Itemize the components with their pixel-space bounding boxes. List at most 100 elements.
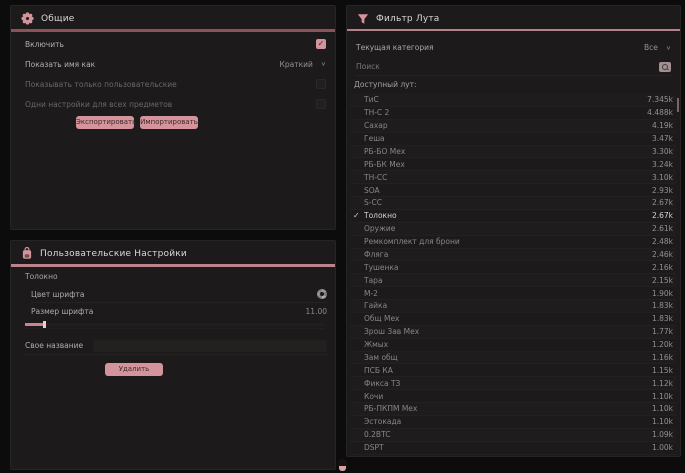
list-item[interactable]: РБ-БО Мех3.30k bbox=[350, 146, 676, 159]
list-item[interactable]: Эстокада 1.10k bbox=[350, 416, 676, 429]
category-label: Текущая категория bbox=[356, 43, 434, 52]
search-icon[interactable] bbox=[659, 62, 671, 72]
slider-track bbox=[25, 323, 325, 326]
font-size-slider[interactable] bbox=[25, 321, 325, 329]
enable-checkbox[interactable]: ✓ bbox=[316, 39, 326, 49]
list-item[interactable]: Кочи1.10k bbox=[350, 390, 676, 403]
list-item[interactable]: ПСБ КА1.15k bbox=[350, 364, 676, 377]
item-value: 1.77k bbox=[652, 327, 673, 336]
item-name: РБ-БО Мех bbox=[364, 147, 405, 156]
mascot-hair bbox=[338, 459, 347, 466]
item-value: 2.46k bbox=[652, 250, 673, 259]
item-name: Фикса ТЗ bbox=[364, 379, 400, 388]
list-item[interactable]: М-2 1.90k bbox=[350, 287, 676, 300]
color-wheel-icon[interactable] bbox=[317, 289, 327, 299]
panel-title: Пользовательские Настройки bbox=[40, 249, 187, 259]
list-item[interactable]: Гайка1.83k bbox=[350, 300, 676, 313]
item-name: ТиС bbox=[364, 95, 379, 104]
item-name: Фляга bbox=[364, 250, 388, 259]
list-item[interactable]: 0.2BTC1.09k bbox=[350, 429, 676, 442]
font-size-label: Размер шрифта bbox=[31, 307, 93, 316]
item-name: РБ-ПКПМ Мех bbox=[364, 404, 417, 413]
export-button[interactable]: Экспортировать bbox=[76, 116, 134, 129]
name-mode-dropdown[interactable]: Краткий ∨ bbox=[280, 60, 326, 69]
chevron-down-icon: ∨ bbox=[666, 44, 671, 50]
item-name: М-2 bbox=[364, 289, 378, 298]
item-value: 2.48k bbox=[652, 237, 673, 246]
same-settings-checkbox[interactable] bbox=[316, 99, 326, 109]
list-item[interactable]: Ремкомплект для брони2.48k bbox=[350, 236, 676, 249]
setting-row-enable: Включить ✓ bbox=[11, 34, 335, 54]
setting-label: Включить bbox=[25, 40, 64, 49]
item-name: Тара bbox=[364, 276, 383, 285]
item-value: 7.345k bbox=[647, 95, 673, 104]
category-dropdown[interactable]: Все ∨ bbox=[644, 43, 671, 52]
list-item[interactable]: ТН-С 24.488k bbox=[350, 107, 676, 120]
dropdown-value: Краткий bbox=[280, 60, 313, 69]
item-value: 1.00k bbox=[652, 443, 673, 452]
item-value: 1.20k bbox=[652, 340, 673, 349]
item-value: 1.10k bbox=[652, 404, 673, 413]
panel-title: Общие bbox=[41, 14, 75, 24]
selected-item-name: Толокно bbox=[25, 272, 58, 281]
list-item[interactable]: ТН-СС3.10k bbox=[350, 171, 676, 184]
item-name: Эстокада bbox=[364, 417, 401, 426]
item-value: 1.10k bbox=[652, 417, 673, 426]
list-item[interactable]: РБ-БК Мех3.24k bbox=[350, 158, 676, 171]
list-item[interactable]: DSPТ1.00k bbox=[350, 442, 676, 455]
item-name: Зрош Зав Мех bbox=[364, 327, 419, 336]
only-custom-checkbox[interactable] bbox=[316, 79, 326, 89]
list-item[interactable]: SOA2.93k bbox=[350, 184, 676, 197]
dropdown-value: Все bbox=[644, 43, 658, 52]
available-loot-label: Доступный лут: bbox=[354, 80, 417, 89]
list-item[interactable]: Фляга 2.46k bbox=[350, 249, 676, 262]
item-value: 1.83k bbox=[652, 314, 673, 323]
list-item[interactable]: ТиС 7.345k bbox=[350, 94, 676, 107]
item-name: ТН-С 2 bbox=[364, 108, 389, 117]
loot-filter-header: Фильтр Лута bbox=[347, 6, 680, 29]
list-item[interactable]: S-СС2.67k bbox=[350, 197, 676, 210]
setting-label: Показывать только пользовательские bbox=[25, 80, 177, 89]
search-input[interactable] bbox=[356, 62, 659, 71]
header-accent-line bbox=[11, 264, 335, 267]
list-item[interactable]: Общ Мех1.83k bbox=[350, 313, 676, 326]
list-item[interactable]: Фикса ТЗ 1.12k bbox=[350, 377, 676, 390]
list-item[interactable]: РБ-ПКПМ Мех 1.10k bbox=[350, 403, 676, 416]
slider-fill bbox=[25, 323, 44, 326]
list-item[interactable]: Жмых 1.20k bbox=[350, 339, 676, 352]
custom-name-input[interactable] bbox=[93, 340, 327, 352]
list-item[interactable]: Зам общ 1.16k bbox=[350, 352, 676, 365]
slider-handle[interactable] bbox=[43, 321, 46, 328]
item-name: Кочи bbox=[364, 392, 383, 401]
list-item[interactable]: Тушенка2.16k bbox=[350, 261, 676, 274]
list-item[interactable]: Сахар4.19k bbox=[350, 120, 676, 133]
delete-button[interactable]: Удалить bbox=[105, 363, 163, 376]
item-name: Тушенка bbox=[364, 263, 399, 272]
mascot-icon bbox=[338, 459, 347, 471]
gear-flower-icon bbox=[21, 12, 34, 25]
funnel-icon bbox=[357, 13, 369, 25]
list-item[interactable]: Геша3.47k bbox=[350, 133, 676, 146]
item-name: Зам общ bbox=[364, 353, 398, 362]
setting-row-same-settings: Одни настройки для всех предметов bbox=[11, 94, 335, 114]
item-value: 1.90k bbox=[652, 289, 673, 298]
scrollbar-thumb[interactable] bbox=[677, 98, 679, 112]
item-name: Жмых bbox=[364, 340, 388, 349]
setting-row-name-mode: Показать имя как Краткий ∨ bbox=[11, 54, 335, 74]
list-item[interactable]: Оружие2.61k bbox=[350, 223, 676, 236]
font-size-row: Размер шрифта 11.00 bbox=[31, 304, 327, 318]
item-name: Толокно bbox=[364, 211, 397, 220]
list-item[interactable]: ✓Толокно2.67k bbox=[350, 210, 676, 223]
general-panel: Общие Включить ✓ Показать имя как Кратки… bbox=[10, 5, 336, 230]
import-button[interactable]: Импортировать bbox=[140, 116, 198, 129]
item-value: 1.12k bbox=[652, 379, 673, 388]
search-row bbox=[356, 58, 671, 76]
item-value: 1.16k bbox=[652, 353, 673, 362]
item-value: 3.24k bbox=[652, 160, 673, 169]
item-value: 3.10k bbox=[652, 173, 673, 182]
item-name: Геша bbox=[364, 134, 385, 143]
custom-name-label: Свое название bbox=[25, 341, 83, 350]
list-item[interactable]: Зрош Зав Мех 1.77k bbox=[350, 326, 676, 339]
setting-label: Одни настройки для всех предметов bbox=[25, 100, 172, 109]
list-item[interactable]: Тара2.15k bbox=[350, 274, 676, 287]
